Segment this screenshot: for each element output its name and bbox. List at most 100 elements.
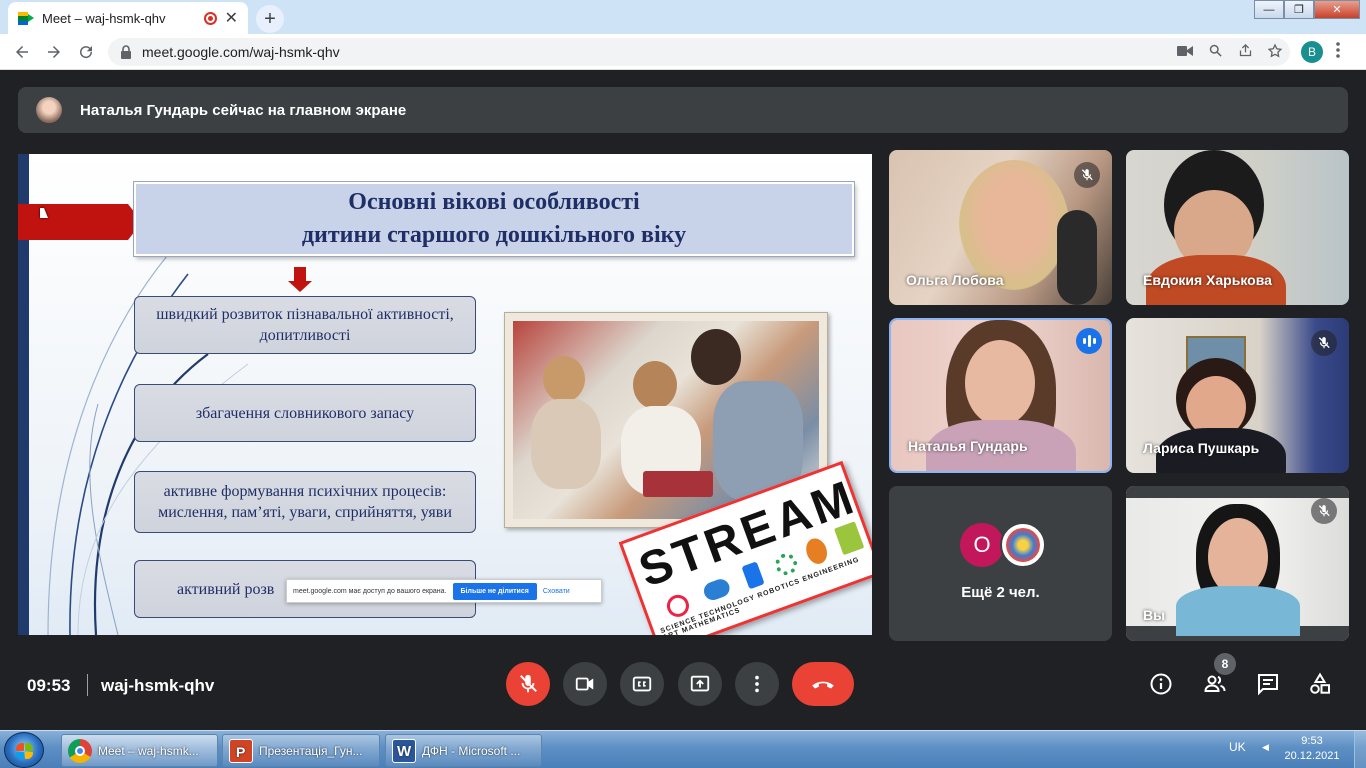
recording-icon xyxy=(203,11,217,25)
people-icon xyxy=(1204,675,1226,692)
meet-control-bar: 09:53 waj-hsmk-qhv 8 xyxy=(0,653,1366,730)
participant-tile[interactable]: Ольга Лобова xyxy=(889,150,1112,305)
tray-date: 20.12.2021 xyxy=(1284,750,1340,762)
share-notice-text: meet.google.com має доступ до вашого екр… xyxy=(293,587,447,595)
screen: Meet – waj-hsmk-qhv ✕ + — ❐ ✕ meet.googl… xyxy=(0,0,1366,768)
tab-title: Meet – waj-hsmk-qhv xyxy=(42,10,166,26)
speaking-indicator-icon xyxy=(1076,328,1102,354)
minimize-button[interactable]: — xyxy=(1254,0,1284,19)
maximize-button[interactable]: ❐ xyxy=(1284,0,1314,19)
closed-captions-icon xyxy=(632,676,652,692)
slide-red-arrow-icon xyxy=(18,204,142,240)
reload-icon[interactable] xyxy=(70,36,102,68)
slide-point-box: швидкий розвиток пізнавальної активності… xyxy=(134,296,476,354)
shared-screen-slide[interactable]: Основні вікові особливості дитини старшо… xyxy=(18,154,872,635)
taskbar-item-label: ДФН - Microsoft ... xyxy=(422,743,521,758)
mouse-cursor-icon xyxy=(40,208,48,218)
browser-menu-icon[interactable] xyxy=(1336,42,1340,63)
taskbar-item-word[interactable]: W ДФН - Microsoft ... xyxy=(385,734,542,767)
powerpoint-icon: P xyxy=(229,738,253,763)
slide-down-arrow-icon xyxy=(288,267,312,292)
mic-off-icon xyxy=(1311,498,1337,524)
more-participants-label: Ещё 2 чел. xyxy=(961,584,1040,601)
meeting-info-button[interactable] xyxy=(1141,664,1181,704)
video-camera-icon xyxy=(575,677,594,691)
mic-off-icon xyxy=(519,674,537,693)
participant-avatar: О xyxy=(960,523,1004,567)
bookmark-star-icon[interactable] xyxy=(1260,42,1290,62)
meet-call-area: Наталья Гундарь сейчас на главном экране… xyxy=(0,70,1366,730)
participant-avatar-image xyxy=(1000,522,1046,568)
participant-name: Евдокия Харькова xyxy=(1143,272,1272,288)
activities-button[interactable] xyxy=(1300,664,1340,704)
present-screen-button[interactable] xyxy=(678,662,722,706)
taskbar-item-label: Презентація_Гун... xyxy=(259,743,363,758)
taskbar-item-powerpoint[interactable]: P Презентація_Гун... xyxy=(222,734,380,767)
leave-call-button[interactable] xyxy=(792,662,854,706)
taskbar-item-chrome[interactable]: Meet – waj-hsmk... xyxy=(61,734,218,767)
presenter-banner: Наталья Гундарь сейчас на главном экране xyxy=(18,87,1348,133)
profile-avatar[interactable]: B xyxy=(1301,41,1323,63)
mic-off-icon xyxy=(1311,330,1337,356)
taskbar-item-label: Meet – waj-hsmk... xyxy=(98,743,199,758)
participant-tile[interactable]: Евдокия Харькова xyxy=(1126,150,1349,305)
slide-title-line-2: дитини старшого дошкільного віку xyxy=(301,222,687,248)
participant-count-badge: 8 xyxy=(1214,653,1236,675)
stop-sharing-button[interactable]: Більше не ділитися xyxy=(452,582,537,600)
input-language-indicator[interactable]: UK xyxy=(1229,740,1246,754)
screen-share-notice: meet.google.com має доступ до вашого екр… xyxy=(286,579,602,603)
more-vert-icon xyxy=(755,675,759,693)
share-icon[interactable] xyxy=(1230,43,1260,61)
mic-toggle-button[interactable] xyxy=(506,662,550,706)
slide-point-text: активний розв xyxy=(177,580,275,598)
presenter-banner-text: Наталья Гундарь сейчас на главном экране xyxy=(80,101,407,119)
camera-permission-icon[interactable] xyxy=(1170,44,1200,60)
slide-title-line-1: Основні вікові особливості xyxy=(348,189,640,215)
captions-button[interactable] xyxy=(620,662,664,706)
meeting-time: 09:53 xyxy=(27,676,71,695)
participant-tile-active-speaker[interactable]: Наталья Гундарь xyxy=(889,318,1112,473)
slide-point-box: активне формування психічних процесів: м… xyxy=(134,471,476,533)
window-controls: — ❐ ✕ xyxy=(1254,0,1360,19)
presenter-avatar xyxy=(36,97,62,123)
participant-name: Вы xyxy=(1143,607,1166,623)
activities-icon xyxy=(1310,672,1330,694)
show-desktop-button[interactable] xyxy=(1354,731,1366,768)
camera-toggle-button[interactable] xyxy=(563,662,607,706)
present-screen-icon xyxy=(690,675,710,692)
tray-clock[interactable]: 9:53 20.12.2021 xyxy=(1284,734,1340,764)
more-options-button[interactable] xyxy=(735,662,779,706)
more-participants-tile[interactable]: О Ещё 2 чел. xyxy=(889,486,1112,641)
slide-point-box: збагачення словникового запасу xyxy=(134,384,476,442)
url-text: meet.google.com/waj-hsmk-qhv xyxy=(142,44,340,60)
divider xyxy=(87,674,88,696)
hide-notice-button[interactable]: Сховати xyxy=(543,588,570,595)
mic-off-icon xyxy=(1074,162,1100,188)
address-bar[interactable]: meet.google.com/waj-hsmk-qhv xyxy=(108,38,1290,66)
new-tab-button[interactable]: + xyxy=(256,5,284,33)
participant-name: Лариса Пушкарь xyxy=(1143,440,1260,456)
start-button[interactable] xyxy=(4,732,44,768)
browser-tabstrip: Meet – waj-hsmk-qhv ✕ + — ❐ ✕ xyxy=(0,0,1366,34)
chat-icon xyxy=(1258,674,1278,696)
self-view-tile[interactable]: Вы xyxy=(1126,486,1349,641)
word-icon: W xyxy=(392,738,416,763)
windows-taskbar: Meet – waj-hsmk... P Презентація_Гун... … xyxy=(0,730,1366,768)
close-window-button[interactable]: ✕ xyxy=(1314,0,1360,19)
back-arrow-icon[interactable] xyxy=(6,36,38,68)
chrome-icon xyxy=(68,738,92,763)
tray-expand-icon[interactable]: ◀ xyxy=(1262,742,1269,753)
browser-tab-meet[interactable]: Meet – waj-hsmk-qhv ✕ xyxy=(8,2,248,34)
forward-arrow-icon[interactable] xyxy=(38,36,70,68)
info-icon xyxy=(1150,673,1172,695)
participant-name: Наталья Гундарь xyxy=(908,438,1028,454)
zoom-icon[interactable] xyxy=(1200,43,1230,61)
meet-favicon-icon xyxy=(18,11,34,25)
chat-button[interactable] xyxy=(1248,664,1288,704)
slide-title: Основні вікові особливості дитини старшо… xyxy=(134,182,854,256)
participant-tile[interactable]: Лариса Пушкарь xyxy=(1126,318,1349,473)
tab-close-icon[interactable]: ✕ xyxy=(225,8,238,28)
windows-logo-icon xyxy=(16,743,33,759)
browser-toolbar: meet.google.com/waj-hsmk-qhv B xyxy=(0,34,1366,70)
hang-up-icon xyxy=(812,681,834,689)
